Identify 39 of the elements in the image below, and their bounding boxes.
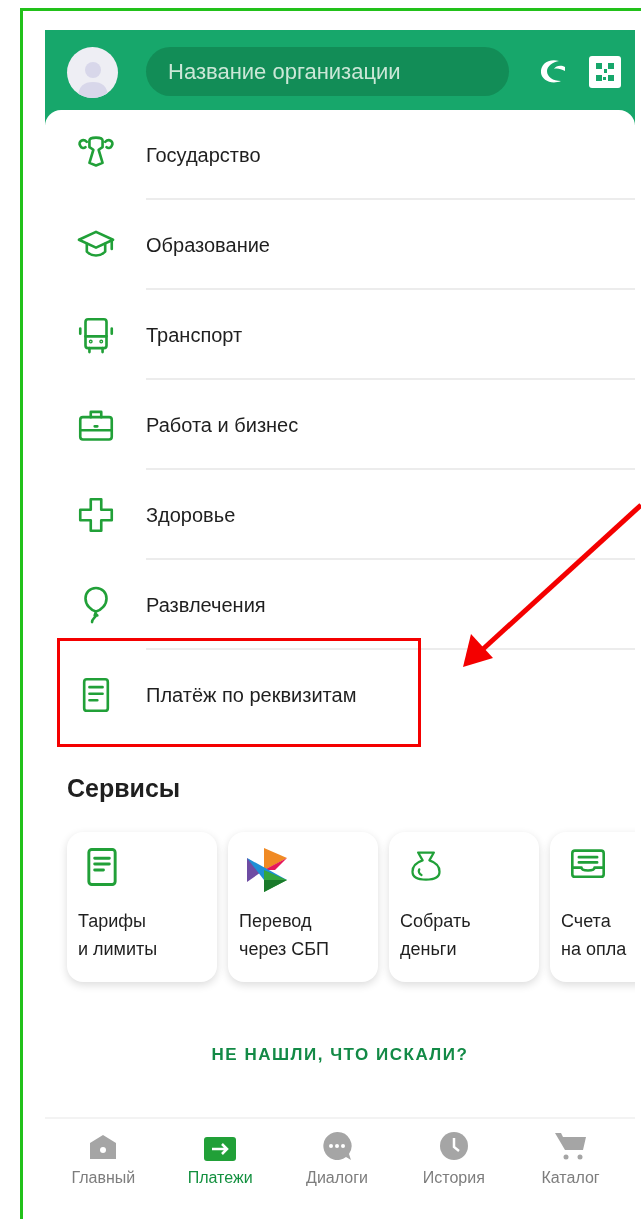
section-heading: Сервисы bbox=[67, 773, 182, 804]
category-label: Государство bbox=[146, 143, 261, 168]
avatar-icon[interactable] bbox=[67, 47, 118, 98]
home-icon bbox=[88, 1133, 119, 1161]
search-field[interactable]: Название организации bbox=[146, 47, 509, 96]
service-card[interactable]: Тарифы и лимиты bbox=[67, 831, 217, 982]
category-list-item[interactable]: Работа и бизнес bbox=[45, 380, 635, 470]
service-card[interactable]: Перевод через СБП bbox=[228, 831, 378, 982]
category-label: Платёж по реквизитам bbox=[146, 683, 357, 708]
service-label: Собрать деньги bbox=[400, 909, 472, 961]
nav-tab[interactable]: История bbox=[403, 1131, 504, 1190]
category-list-item[interactable]: Государство bbox=[45, 110, 635, 200]
nav-tab[interactable]: Платежи bbox=[170, 1131, 271, 1190]
nav-tab[interactable]: Диалоги bbox=[287, 1131, 387, 1190]
category-label: Работа и бизнес bbox=[146, 413, 299, 438]
colorful-triangles-logo-icon bbox=[247, 847, 287, 892]
category-list-item[interactable]: Платёж по реквизитам bbox=[45, 650, 635, 740]
nav-tab[interactable]: Главный bbox=[53, 1131, 154, 1190]
category-list-item[interactable]: Образование bbox=[45, 200, 635, 290]
service-label: Перевод через СБП bbox=[239, 909, 331, 961]
nav-tab[interactable]: Каталог bbox=[520, 1131, 621, 1190]
service-label: Счета на опла bbox=[561, 909, 628, 961]
clock-icon bbox=[438, 1131, 469, 1161]
category-label: Образование bbox=[146, 233, 270, 258]
qr-code-icon[interactable] bbox=[589, 55, 621, 88]
document-icon bbox=[86, 847, 118, 886]
category-list-item[interactable]: Транспорт bbox=[45, 290, 635, 380]
category-list-item[interactable]: Развлечения bbox=[45, 560, 635, 650]
category-label: Транспорт bbox=[146, 323, 243, 348]
shopping-cart-icon bbox=[553, 1131, 588, 1161]
service-label: Тарифы и лимиты bbox=[78, 909, 159, 961]
service-card[interactable]: Собрать деньги bbox=[389, 831, 539, 982]
not-found-link[interactable]: НЕ НАШЛИ, ЧТО ИСКАЛИ? bbox=[211, 1041, 469, 1067]
chat-bubble-icon bbox=[322, 1131, 352, 1161]
arrow-right-icon bbox=[204, 1137, 237, 1161]
service-card[interactable]: Счета на опла bbox=[550, 831, 635, 982]
category-list-item[interactable]: Здоровье bbox=[45, 470, 635, 560]
category-label: Развлечения bbox=[146, 593, 266, 618]
category-label: Здоровье bbox=[146, 503, 236, 528]
